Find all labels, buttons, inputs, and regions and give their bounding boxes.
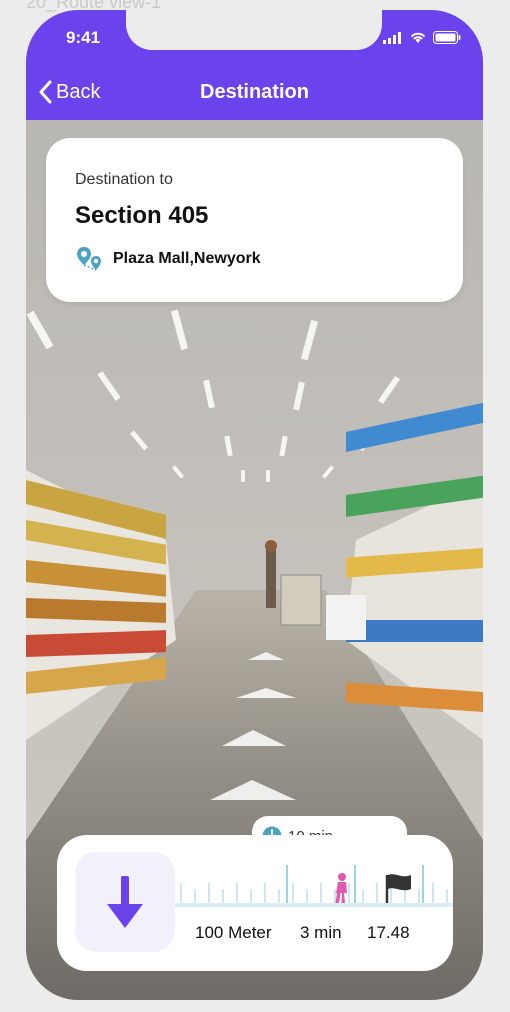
status-time: 9:41 (66, 28, 101, 47)
direction-indicator (75, 852, 175, 952)
reading-value: 17.48 (367, 923, 410, 942)
notch (126, 10, 382, 50)
destination-location: Plaza Mall,Newyork (75, 244, 261, 274)
arrow-down-icon (107, 876, 143, 928)
signal-icon (383, 31, 401, 44)
walking-person-icon (335, 873, 347, 903)
wifi-icon (410, 32, 426, 43)
location-pin-icon (77, 247, 101, 271)
destination-location-text: Plaza Mall,Newyork (113, 250, 261, 267)
phone-screen: 9:41 Back Destination Destination to Sec… (26, 10, 483, 1000)
battery-icon (433, 31, 461, 44)
destination-label: Destination to (75, 171, 173, 188)
progress-ruler (175, 865, 453, 907)
header-bar: 9:41 Back Destination (26, 10, 483, 120)
status-icons (383, 31, 461, 44)
time-value: 3 min (300, 923, 342, 942)
destination-card: Destination to Section 405 Plaza Mall,Ne… (46, 138, 463, 302)
navigation-card: 100 Meter 3 min 17.48 (57, 835, 453, 971)
destination-section: Section 405 (75, 202, 209, 229)
distance-value: 100 Meter (195, 923, 272, 942)
page-title: Destination (200, 81, 309, 103)
